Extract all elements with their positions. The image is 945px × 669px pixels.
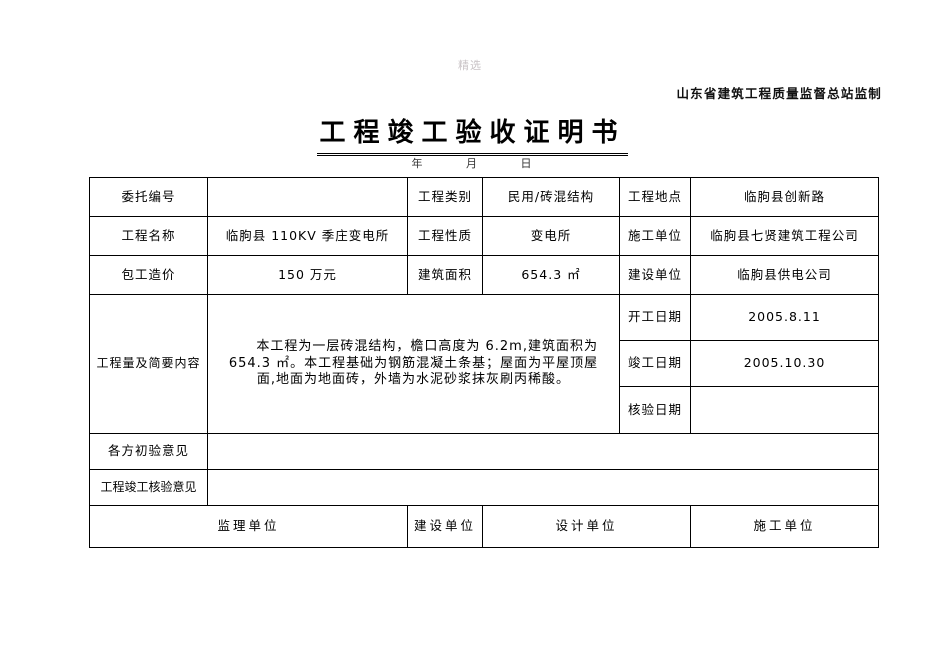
commission-number-label: 委托编号 (89, 177, 208, 217)
owner-unit-value[interactable]: 临朐县供电公司 (690, 255, 879, 295)
contract-cost-value[interactable]: 150 万元 (207, 255, 408, 295)
signature-contractor-unit[interactable]: 施工单位 (690, 505, 879, 548)
table-row: 委托编号 工程类别 民用/砖混结构 工程地点 临朐县创新路 (89, 177, 879, 217)
project-nature-label: 工程性质 (407, 216, 483, 256)
table-row: 工程量及简要内容 本工程为一层砖混结构，檐口高度为 6.2m,建筑面积为 654… (89, 294, 879, 434)
signature-owner-unit[interactable]: 建设单位 (407, 505, 483, 548)
project-category-value[interactable]: 民用/砖混结构 (482, 177, 620, 217)
issuing-institution-line: 山东省建筑工程质量监督总站监制 (676, 86, 882, 101)
table-row: 各方初验意见 (89, 433, 879, 470)
project-category-label: 工程类别 (407, 177, 483, 217)
finish-date-value[interactable]: 2005.10.30 (690, 340, 879, 387)
owner-unit-label: 建设单位 (619, 255, 691, 295)
project-name-value[interactable]: 临朐县 110KV 季庄变电所 (207, 216, 408, 256)
table-row: 监理单位 建设单位 设计单位 施工单位 (89, 505, 879, 548)
contract-cost-label: 包工造价 (89, 255, 208, 295)
start-date-label: 开工日期 (619, 294, 691, 341)
work-summary-value[interactable]: 本工程为一层砖混结构，檐口高度为 6.2m,建筑面积为 654.3 ㎡。本工程基… (207, 294, 620, 434)
project-nature-value[interactable]: 变电所 (482, 216, 620, 256)
page-title-text: 工程竣工验收证明书 (317, 112, 628, 156)
contractor-unit-value[interactable]: 临朐县七贤建筑工程公司 (690, 216, 879, 256)
project-name-label: 工程名称 (89, 216, 208, 256)
table-row: 包工造价 150 万元 建筑面积 654.3 ㎡ 建设单位 临朐县供电公司 (89, 255, 879, 295)
work-summary-label: 工程量及简要内容 (89, 294, 208, 434)
date-day-label: 日 (520, 157, 534, 170)
final-verification-opinion-value[interactable] (207, 469, 879, 506)
date-month-label: 月 (466, 157, 479, 170)
verification-date-label: 核验日期 (619, 386, 691, 434)
verification-date-value[interactable] (690, 386, 879, 434)
preliminary-opinion-label: 各方初验意见 (89, 433, 208, 470)
watermark-text: 精选 (458, 59, 482, 72)
floor-area-value[interactable]: 654.3 ㎡ (482, 255, 620, 295)
finish-date-label: 竣工日期 (619, 340, 691, 387)
work-summary-line-1: 本工程为一层砖混结构，檐口高度为 6.2m,建筑面积为 (256, 338, 598, 354)
commission-number-value[interactable] (207, 177, 408, 217)
table-row: 工程竣工核验意见 (89, 469, 879, 506)
acceptance-certificate-table: 委托编号 工程类别 民用/砖混结构 工程地点 临朐县创新路 工程名称 临朐县 1… (89, 177, 879, 548)
project-location-label: 工程地点 (619, 177, 691, 217)
final-verification-opinion-label: 工程竣工核验意见 (89, 469, 208, 506)
start-date-value[interactable]: 2005.8.11 (690, 294, 879, 341)
project-location-value[interactable]: 临朐县创新路 (690, 177, 879, 217)
floor-area-label: 建筑面积 (407, 255, 483, 295)
work-summary-line-2: 654.3 ㎡。本工程基础为钢筋混凝土条基；屋面为平屋顶屋 (228, 355, 599, 371)
preliminary-opinion-value[interactable] (207, 433, 879, 470)
signature-supervision-unit[interactable]: 监理单位 (89, 505, 408, 548)
contractor-unit-label: 施工单位 (619, 216, 691, 256)
work-summary-line-3: 面,地面为地面砖，外墙为水泥砂浆抹灰刷丙稀酸。 (256, 372, 571, 388)
date-year-label: 年 (411, 157, 425, 170)
table-row: 工程名称 临朐县 110KV 季庄变电所 工程性质 变电所 施工单位 临朐县七贤… (89, 216, 879, 256)
page-title: 工程竣工验收证明书 (0, 112, 945, 156)
signature-design-unit[interactable]: 设计单位 (482, 505, 691, 548)
title-date-line: 年 月 日 (0, 155, 945, 171)
document-page: 精选 山东省建筑工程质量监督总站监制 工程竣工验收证明书 年 月 日 委托编号 … (0, 0, 945, 669)
